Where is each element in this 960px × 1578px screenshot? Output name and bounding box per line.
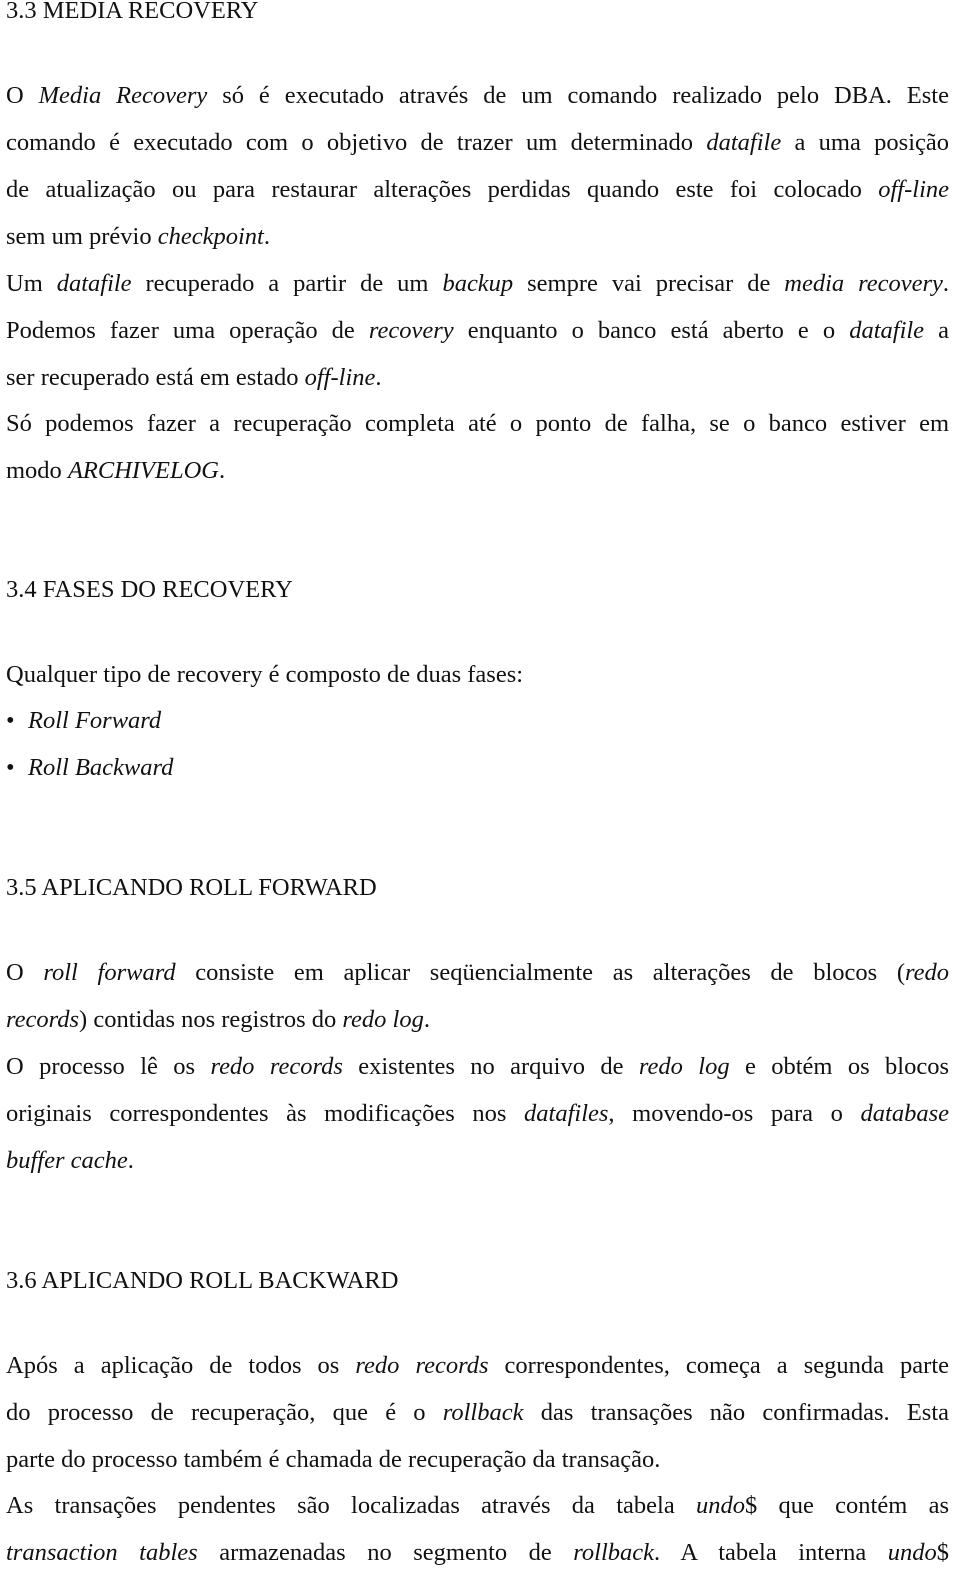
emphasized-term: datafile	[56, 270, 132, 297]
text-run: .	[942, 270, 949, 297]
paragraph-line: Podemos fazer uma operação de recovery e…	[6, 316, 949, 346]
text-run: de atualização ou para restaurar alteraç…	[6, 176, 879, 203]
emphasized-term: backup	[442, 270, 514, 297]
emphasized-term: Media Recovery	[38, 82, 208, 109]
text-run: Só podemos fazer a recuperação completa …	[6, 410, 949, 437]
text-run: Após a aplicação de todos os	[6, 1352, 356, 1379]
emphasized-term: redo records	[355, 1352, 489, 1379]
text-run: Um	[6, 270, 57, 297]
emphasized-term: records	[6, 1006, 80, 1033]
paragraph-line: O processo lê os redo records existentes…	[6, 1052, 949, 1082]
emphasized-term: ARCHIVELOG	[67, 457, 220, 484]
text-run: enquanto o banco está aberto e o	[453, 317, 850, 344]
text-run: correspondentes, começa a segunda parte	[488, 1352, 949, 1379]
paragraph-line: Qualquer tipo de recovery é composto de …	[6, 660, 523, 690]
text-run: ) contidas nos registros do	[79, 1006, 343, 1033]
paragraph-line: Após a aplicação de todos os redo record…	[6, 1351, 949, 1381]
text-run: , movendo-os para o	[608, 1100, 861, 1127]
text-run: $	[936, 1539, 950, 1566]
emphasized-term: transaction tables	[6, 1539, 198, 1566]
text-run: modo	[6, 457, 68, 484]
text-run: Qualquer tipo de recovery é composto de …	[6, 661, 524, 688]
paragraph-line: Só podemos fazer a recuperação completa …	[6, 409, 949, 439]
paragraph-line: buffer cache.	[6, 1146, 134, 1176]
text-run: recuperado a partir de um	[131, 270, 443, 297]
text-run: As transações pendentes são localizadas …	[6, 1492, 696, 1519]
text-run: armazenadas no segmento de	[197, 1539, 574, 1566]
paragraph-line: records) contidas nos registros do redo …	[6, 1005, 430, 1035]
text-run: existentes no arquivo de	[342, 1053, 639, 1080]
paragraph-line: parte do processo também é chamada de re…	[6, 1445, 660, 1475]
text-run: ser recuperado está em estado	[6, 364, 305, 391]
bullet-icon: •	[6, 754, 15, 781]
paragraph-line: O Media Recovery só é executado através …	[6, 81, 949, 111]
emphasized-term: media recovery	[784, 270, 943, 297]
paragraph-line: Um datafile recuperado a partir de um ba…	[6, 269, 949, 299]
paragraph-line: originais correspondentes às modificaçõe…	[6, 1099, 949, 1129]
emphasized-term: undo	[887, 1539, 937, 1566]
bullet-icon: •	[6, 707, 15, 734]
text-run: sem um prévio	[6, 223, 158, 250]
bullet-item-roll-backward: Roll Backward	[28, 754, 174, 781]
text-run: O processo lê os	[6, 1053, 211, 1080]
text-run: a uma posição	[781, 129, 950, 156]
emphasized-term: datafile	[706, 129, 782, 156]
emphasized-term: roll forward	[43, 959, 176, 986]
emphasized-term: undo	[695, 1492, 745, 1519]
section-heading-3-6: 3.6 APLICANDO ROLL BACKWARD	[6, 1267, 399, 1294]
text-run: e obtém os blocos	[729, 1053, 949, 1080]
text-run: a	[924, 317, 950, 344]
emphasized-term: database	[860, 1100, 949, 1127]
text-run: $ que contém as	[744, 1492, 949, 1519]
text-run: O	[6, 959, 44, 986]
section-heading-3-5: 3.5 APLICANDO ROLL FORWARD	[6, 874, 377, 901]
emphasized-term: redo	[905, 959, 949, 986]
paragraph-line: de atualização ou para restaurar alteraç…	[6, 175, 949, 205]
text-run: sempre vai precisar de	[513, 270, 785, 297]
text-run: .	[423, 1006, 430, 1033]
section-heading-3-3: 3.3 MEDIA RECOVERY	[6, 0, 259, 24]
emphasized-term: datafile	[849, 317, 925, 344]
paragraph-line: comando é executado com o objetivo de tr…	[6, 128, 949, 158]
emphasized-term: rollback	[573, 1539, 655, 1566]
emphasized-term: rollback	[442, 1399, 524, 1426]
section-heading-3-4: 3.4 FASES DO RECOVERY	[6, 576, 293, 603]
emphasized-term: off-line	[304, 364, 376, 391]
emphasized-term: recovery	[368, 317, 454, 344]
emphasized-term: buffer cache	[6, 1147, 128, 1174]
paragraph-line: sem um prévio checkpoint.	[6, 222, 270, 252]
text-run: só é executado através de um comando rea…	[207, 82, 949, 109]
emphasized-term: off-line	[878, 176, 949, 203]
paragraph-line: O roll forward consiste em aplicar seqüe…	[6, 958, 949, 988]
paragraph-line: transaction tables armazenadas no segmen…	[6, 1538, 949, 1568]
text-run: consiste em aplicar seqüencialmente as a…	[175, 959, 905, 986]
emphasized-term: redo records	[210, 1053, 343, 1080]
paragraph-line: do processo de recuperação, que é o roll…	[6, 1398, 949, 1428]
paragraph-line: ser recuperado está em estado off-line.	[6, 363, 382, 393]
emphasized-term: redo log	[342, 1006, 424, 1033]
text-run: parte do processo também é chamada de re…	[6, 1446, 661, 1473]
text-run: do processo de recuperação, que é o	[6, 1399, 443, 1426]
text-run: comando é executado com o objetivo de tr…	[6, 129, 707, 156]
emphasized-term: checkpoint	[157, 223, 264, 250]
text-run: .	[127, 1147, 134, 1174]
bullet-item-roll-forward: Roll Forward	[28, 707, 162, 734]
text-run: O	[6, 82, 39, 109]
text-run: .	[219, 457, 226, 484]
text-run: . A tabela interna	[654, 1539, 888, 1566]
paragraph-line: As transações pendentes são localizadas …	[6, 1491, 949, 1521]
text-run: das transações não confirmadas. Esta	[523, 1399, 949, 1426]
emphasized-term: datafiles	[524, 1100, 609, 1127]
paragraph-line: modo ARCHIVELOG.	[6, 456, 225, 486]
text-run: Podemos fazer uma operação de	[6, 317, 369, 344]
text-run: .	[375, 364, 382, 391]
text-run: originais correspondentes às modificaçõe…	[6, 1100, 525, 1127]
text-run: .	[263, 223, 270, 250]
emphasized-term: redo log	[638, 1053, 730, 1080]
